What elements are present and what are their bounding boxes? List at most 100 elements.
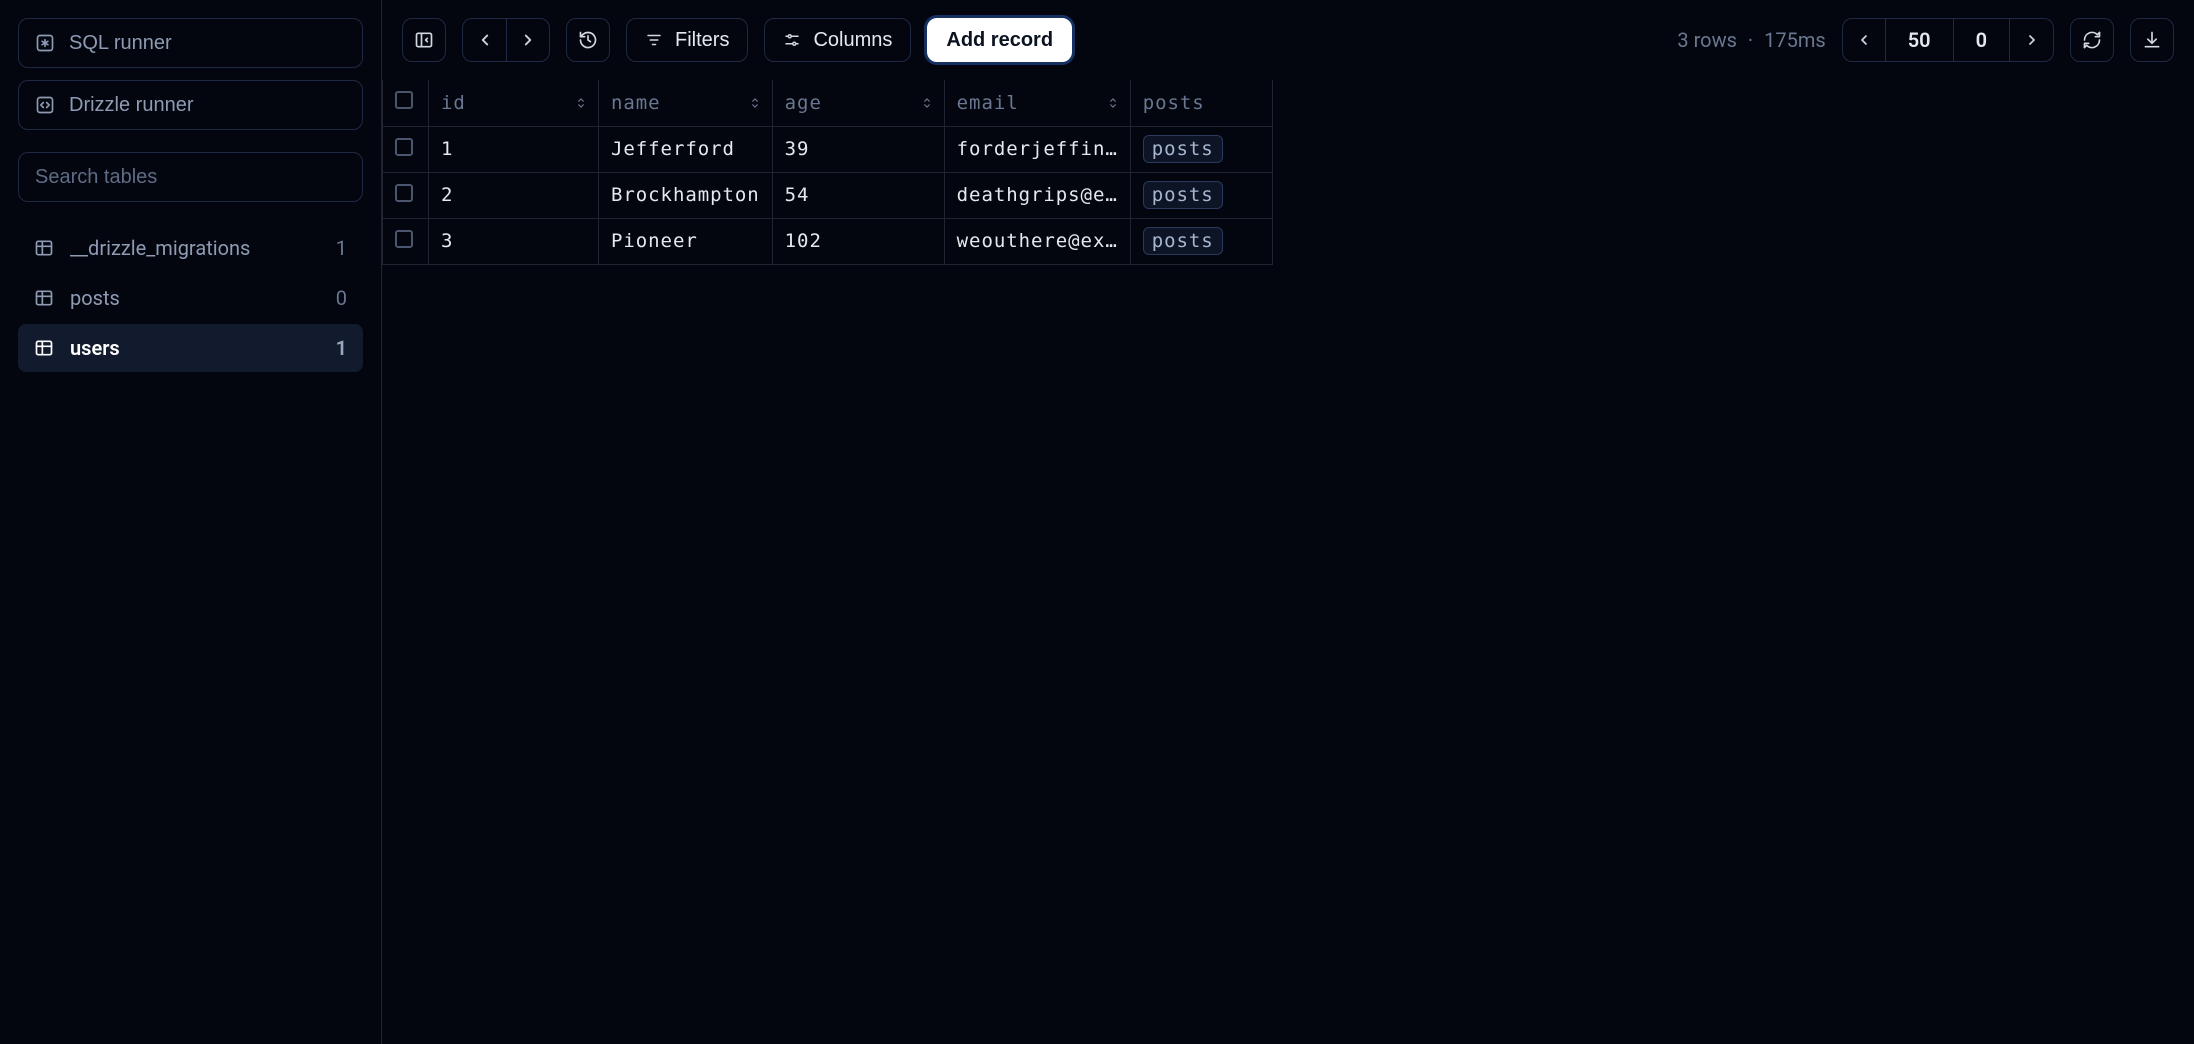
panel-left-close-icon [414,30,434,50]
sidebar-table-item[interactable]: __drizzle_migrations 1 [18,224,363,272]
cell-posts: posts [1130,126,1272,172]
filters-label: Filters [675,29,729,52]
checkbox[interactable] [395,91,413,109]
sort-icon[interactable] [748,96,762,110]
cell-name[interactable]: Jefferford [599,126,773,172]
main-panel: Filters Columns Add record 3 rows · 175m… [382,0,2194,1044]
cell-age[interactable]: 102 [772,218,944,264]
page-size-value[interactable]: 50 [1886,18,1954,62]
download-button[interactable] [2130,18,2174,62]
column-label: name [611,92,661,114]
sort-icon[interactable] [574,96,588,110]
cell-posts: posts [1130,172,1272,218]
column-header-email[interactable]: email [944,80,1130,126]
table-icon [34,288,54,308]
history-button[interactable] [566,18,610,62]
table-row[interactable]: 1Jefferford39forderjeffin… posts [383,126,1273,172]
sort-icon[interactable] [1106,96,1120,110]
table-name: posts [70,286,120,310]
nav-forward-button[interactable] [506,18,550,62]
drizzle-runner-label: Drizzle runner [69,94,193,117]
sidebar-table-item[interactable]: posts 0 [18,274,363,322]
asterisk-box-icon [35,33,55,53]
table-row[interactable]: 2Brockhampton54deathgrips@e… posts [383,172,1273,218]
history-icon [578,30,598,50]
cell-name[interactable]: Brockhampton [599,172,773,218]
select-all-header[interactable] [383,80,429,126]
checkbox[interactable] [395,230,413,248]
refresh-button[interactable] [2070,18,2114,62]
table-count: 0 [336,286,347,310]
page-next-button[interactable] [2010,18,2054,62]
sql-runner-label: SQL runner [69,32,172,55]
chevron-left-icon [1856,32,1872,48]
table-count: 1 [336,336,347,360]
cell-email[interactable]: weouthere@ex… [944,218,1130,264]
toggle-sidebar-button[interactable] [402,18,446,62]
drizzle-runner-button[interactable]: Drizzle runner [18,80,363,130]
relation-pill-posts[interactable]: posts [1143,135,1223,163]
columns-label: Columns [813,29,892,52]
chevron-right-icon [519,31,537,49]
tables-list: __drizzle_migrations 1 posts 0 users 1 [18,224,363,372]
checkbox[interactable] [395,138,413,156]
row-select-cell[interactable] [383,126,429,172]
cell-email[interactable]: forderjeffin… [944,126,1130,172]
table-name: __drizzle_migrations [70,236,250,260]
column-header-id[interactable]: id [429,80,599,126]
cell-id[interactable]: 2 [429,172,599,218]
column-label: id [441,92,466,114]
refresh-icon [2082,30,2102,50]
columns-button[interactable]: Columns [764,18,911,62]
cell-id[interactable]: 3 [429,218,599,264]
cell-email[interactable]: deathgrips@e… [944,172,1130,218]
cell-name[interactable]: Pioneer [599,218,773,264]
sort-icon[interactable] [920,96,934,110]
cell-age[interactable]: 39 [772,126,944,172]
sliders-icon [783,31,801,49]
checkbox[interactable] [395,184,413,202]
filter-icon [645,31,663,49]
table-row[interactable]: 3Pioneer102weouthere@ex… posts [383,218,1273,264]
nav-back-button[interactable] [462,18,506,62]
table-count: 1 [336,236,347,260]
page-prev-button[interactable] [1842,18,1886,62]
nav-back-forward [462,18,550,62]
status-time: 175ms [1764,28,1826,52]
search-tables-input[interactable] [18,152,363,202]
status-separator: · [1748,28,1753,52]
sidebar-table-item[interactable]: users 1 [18,324,363,372]
column-label: age [785,92,822,114]
column-header-age[interactable]: age [772,80,944,126]
chevron-right-icon [2024,32,2040,48]
download-icon [2142,30,2162,50]
table-icon [34,338,54,358]
query-status: 3 rows · 175ms [1677,28,1825,52]
pagination: 50 0 [1842,18,2054,62]
sql-runner-button[interactable]: SQL runner [18,18,363,68]
column-header-name[interactable]: name [599,80,773,126]
sidebar: SQL runner Drizzle runner __drizzle_migr… [0,0,382,1044]
status-rows: 3 rows [1677,28,1737,52]
add-record-button[interactable]: Add record [927,18,1072,62]
page-offset-value[interactable]: 0 [1954,18,2010,62]
add-record-label: Add record [946,29,1053,52]
table-icon [34,238,54,258]
cell-age[interactable]: 54 [772,172,944,218]
cell-id[interactable]: 1 [429,126,599,172]
column-header-posts: posts [1130,80,1272,126]
filters-button[interactable]: Filters [626,18,748,62]
code-box-icon [35,95,55,115]
toolbar: Filters Columns Add record 3 rows · 175m… [382,0,2194,80]
table-name: users [70,336,120,360]
column-label: email [957,92,1019,114]
header-row: id name age email posts [383,80,1273,126]
cell-posts: posts [1130,218,1272,264]
row-select-cell[interactable] [383,218,429,264]
data-table: id name age email posts 1Jefferford39forderj… [382,80,1273,265]
relation-pill-posts[interactable]: posts [1143,181,1223,209]
relation-pill-posts[interactable]: posts [1143,227,1223,255]
column-label: posts [1143,92,1205,114]
chevron-left-icon [476,31,494,49]
row-select-cell[interactable] [383,172,429,218]
